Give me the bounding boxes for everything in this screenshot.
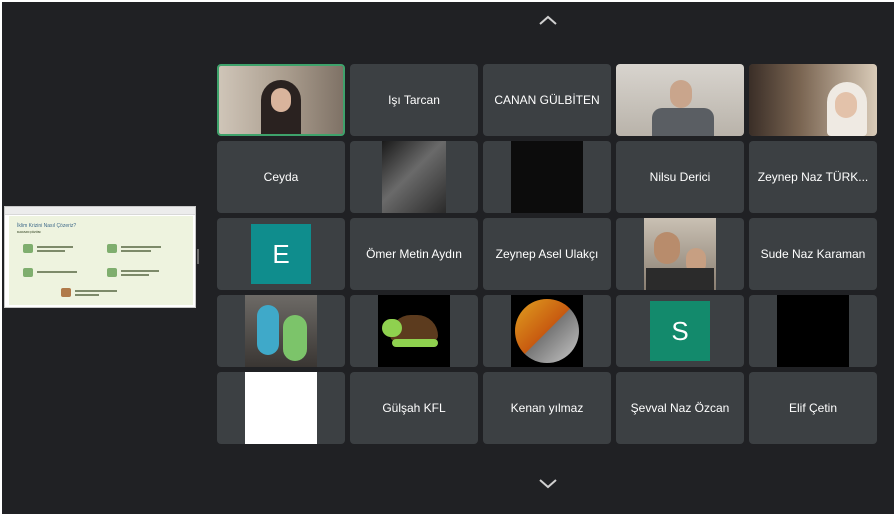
person-silhouette (652, 108, 714, 136)
participant-tile[interactable] (350, 295, 478, 367)
person-face (835, 92, 857, 118)
participant-video (511, 141, 583, 213)
avatar: S (650, 301, 710, 361)
budgie-icon (283, 315, 307, 361)
participant-tile[interactable] (749, 295, 877, 367)
slide-title: İklim Krizini Nasıl Çözeriz? (17, 223, 77, 229)
yin-yang-icon (515, 299, 579, 363)
participant-name: Nilsu Derici (649, 170, 711, 184)
participant-name: Kenan yılmaz (510, 401, 584, 415)
slide-text-line (121, 246, 161, 248)
participant-photo (382, 141, 446, 213)
slide-text-line (121, 274, 149, 276)
participant-tile[interactable]: Ceyda (217, 141, 345, 213)
slide-text-line (37, 271, 77, 273)
participant-tile[interactable]: Şevval Naz Özcan (616, 372, 744, 444)
participant-tile[interactable] (217, 372, 345, 444)
presentation-slide: İklim Krizini Nasıl Çözeriz? KARARI ÇÖZÜ… (9, 216, 193, 305)
participant-tile[interactable]: Gülşah KFL (350, 372, 478, 444)
participant-tile[interactable]: E (217, 218, 345, 290)
chevron-up-icon[interactable] (534, 12, 562, 28)
meeting-window: İklim Krizini Nasıl Çözeriz? KARARI ÇÖZÜ… (2, 2, 894, 514)
participant-video (245, 372, 317, 444)
participant-tile[interactable]: Ömer Metin Aydın (350, 218, 478, 290)
turtle-body-icon (392, 339, 438, 347)
slide-text-line (121, 250, 151, 252)
person-face (271, 88, 291, 112)
participant-name: Elif Çetin (788, 401, 838, 415)
slide-text-line (75, 294, 99, 296)
participant-name: Zeynep Naz TÜRK... (757, 170, 869, 184)
chevron-down-icon[interactable] (534, 476, 562, 492)
participant-tile[interactable]: Işı Tarcan (350, 64, 478, 136)
turtle-head-icon (382, 319, 402, 337)
participant-name: CANAN GÜLBİTEN (494, 93, 600, 107)
participant-name: Gülşah KFL (382, 401, 446, 415)
avatar: E (251, 224, 311, 284)
slide-text-line (121, 270, 159, 272)
panel-resize-handle[interactable] (197, 249, 199, 264)
recycle-icon (107, 268, 117, 277)
participant-name: Sude Naz Karaman (760, 247, 866, 261)
participant-tile[interactable]: Kenan yılmaz (483, 372, 611, 444)
participant-video (777, 295, 849, 367)
participant-name: Ömer Metin Aydın (366, 247, 462, 261)
participant-tile[interactable]: Zeynep Asel Ulakçı (483, 218, 611, 290)
participant-name: Zeynep Asel Ulakçı (495, 247, 599, 261)
participant-name: Şevval Naz Özcan (630, 401, 730, 415)
participant-tile[interactable]: CANAN GÜLBİTEN (483, 64, 611, 136)
participant-tile[interactable]: Sude Naz Karaman (749, 218, 877, 290)
slide-text-line (75, 290, 117, 292)
participant-tile[interactable] (749, 64, 877, 136)
recycle-icon (23, 268, 33, 277)
participant-tile[interactable] (616, 64, 744, 136)
participant-tile[interactable]: Nilsu Derici (616, 141, 744, 213)
product-icon (61, 288, 71, 297)
footprint-icon (23, 244, 33, 253)
slide-text-line (37, 246, 73, 248)
person-face (670, 80, 692, 108)
slide-subtitle: KARARI ÇÖZÜM (17, 230, 41, 234)
participant-name: Ceyda (263, 170, 299, 184)
participant-name: Işı Tarcan (388, 93, 440, 107)
participant-tile[interactable]: Zeynep Naz TÜRK... (749, 141, 877, 213)
slide-text-line (37, 250, 65, 252)
person-face (654, 232, 680, 264)
participant-tile[interactable] (217, 295, 345, 367)
participant-tile[interactable] (217, 64, 345, 136)
presentation-toolbar (5, 207, 195, 215)
participant-tile[interactable] (616, 218, 744, 290)
participant-tile[interactable]: S (616, 295, 744, 367)
person-silhouette (646, 268, 714, 290)
water-icon (107, 244, 117, 253)
participant-tile[interactable] (350, 141, 478, 213)
participant-tile[interactable]: Elif Çetin (749, 372, 877, 444)
budgie-icon (257, 305, 279, 355)
participant-tile[interactable] (483, 295, 611, 367)
participant-tile[interactable] (483, 141, 611, 213)
shared-presentation-thumbnail[interactable]: İklim Krizini Nasıl Çözeriz? KARARI ÇÖZÜ… (4, 206, 196, 308)
